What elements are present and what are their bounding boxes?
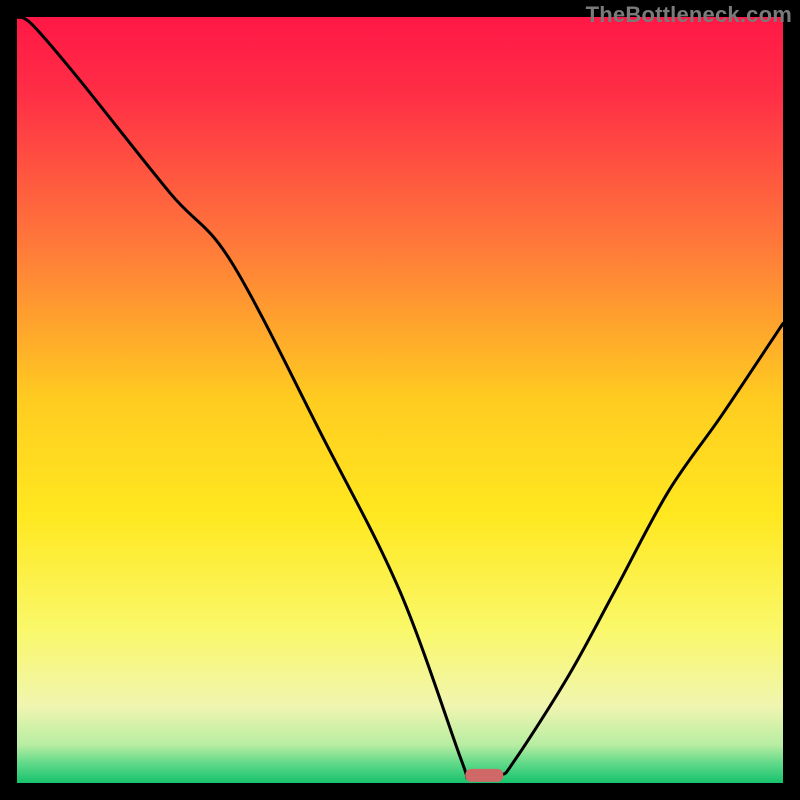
- bottleneck-chart: [17, 17, 783, 783]
- optimal-marker: [465, 769, 503, 782]
- chart-canvas: [17, 17, 783, 783]
- chart-background: [17, 17, 783, 783]
- watermark-text: TheBottleneck.com: [586, 2, 792, 28]
